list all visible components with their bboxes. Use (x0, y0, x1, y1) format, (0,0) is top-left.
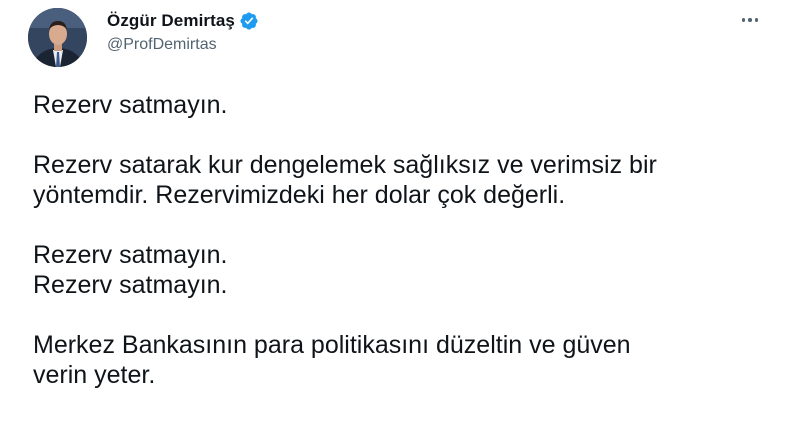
tweet-line: Rezerv satarak kur dengelemek sağlıksız … (33, 151, 657, 179)
tweet-card: Özgür Demirtaş @ProfDemirtas Rezerv satm… (0, 0, 794, 448)
tweet-line: Rezerv satmayın. (33, 91, 228, 119)
author-handle[interactable]: @ProfDemirtas (107, 36, 259, 54)
more-dot (741, 18, 746, 22)
author-display-name[interactable]: Özgür Demirtaş (107, 11, 235, 31)
avatar[interactable] (28, 8, 87, 67)
author-block: Özgür Demirtaş @ProfDemirtas (107, 10, 259, 54)
verified-badge-icon (239, 11, 259, 31)
tweet-line: verin yeter. (33, 361, 156, 389)
more-dot (748, 18, 752, 22)
tweet-line: Merkez Bankasının para politikasını düze… (33, 331, 631, 359)
tweet-text: Rezerv satmayın. Rezerv satarak kur deng… (33, 90, 773, 390)
tweet-paragraph-4: Merkez Bankasının para politikasını düze… (33, 330, 773, 390)
tweet-line: Rezerv satmayın. (33, 241, 228, 269)
more-dot (754, 18, 759, 22)
tweet-line: yöntemdir. Rezervimizdeki her dolar çok … (33, 181, 566, 209)
name-row: Özgür Demirtaş (107, 10, 259, 32)
tweet-line: Rezerv satmayın. (33, 271, 228, 299)
more-options-icon[interactable] (733, 8, 767, 32)
tweet-paragraph-3: Rezerv satmayın. Rezerv satmayın. (33, 240, 773, 300)
tweet-paragraph-2: Rezerv satarak kur dengelemek sağlıksız … (33, 150, 773, 210)
tweet-paragraph-1: Rezerv satmayın. (33, 90, 773, 120)
